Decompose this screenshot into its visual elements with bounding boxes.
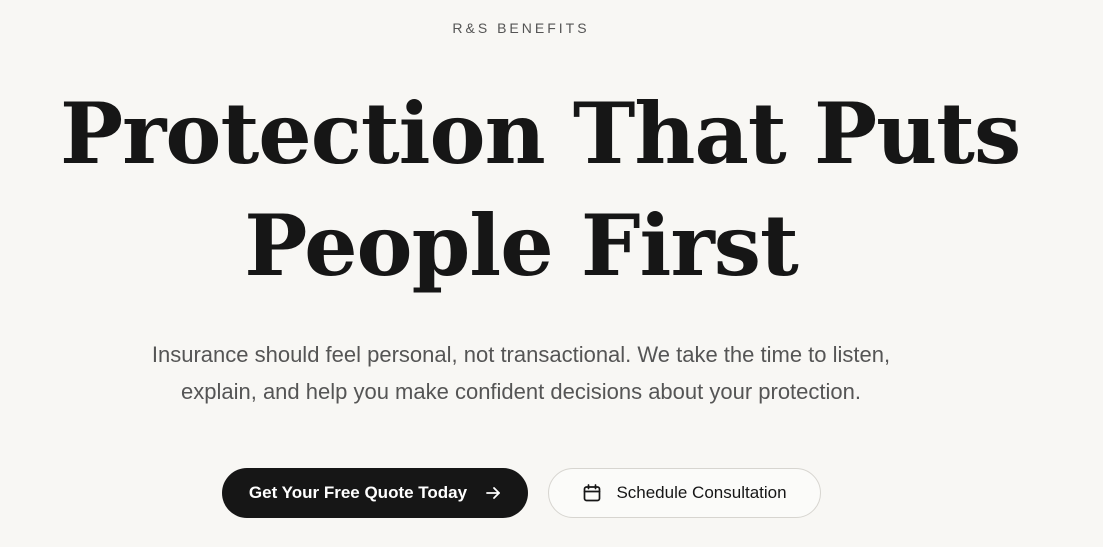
brand-eyebrow: R&S BENEFITS <box>452 20 590 36</box>
hero-subtext: Insurance should feel personal, not tran… <box>60 336 982 410</box>
hero-section: R&S BENEFITS Protection That Puts People… <box>0 0 1103 547</box>
calendar-icon <box>582 483 602 503</box>
get-free-quote-label: Get Your Free Quote Today <box>248 483 468 502</box>
hero-headline: Protection That Puts People First <box>60 78 1021 302</box>
schedule-consultation-label: Schedule Consultation <box>616 483 787 502</box>
get-free-quote-button[interactable]: Get Your Free Quote Today <box>222 468 528 518</box>
subtext-line-1: Insurance should feel personal, not tran… <box>151 342 891 367</box>
headline-line-1: Protection That Puts <box>60 84 1021 183</box>
arrow-right-icon <box>485 485 501 501</box>
headline-line-2: People First <box>244 196 799 295</box>
schedule-consultation-button[interactable]: Schedule Consultation <box>548 468 821 518</box>
subtext-line-2: explain, and help you make confident dec… <box>181 379 861 404</box>
